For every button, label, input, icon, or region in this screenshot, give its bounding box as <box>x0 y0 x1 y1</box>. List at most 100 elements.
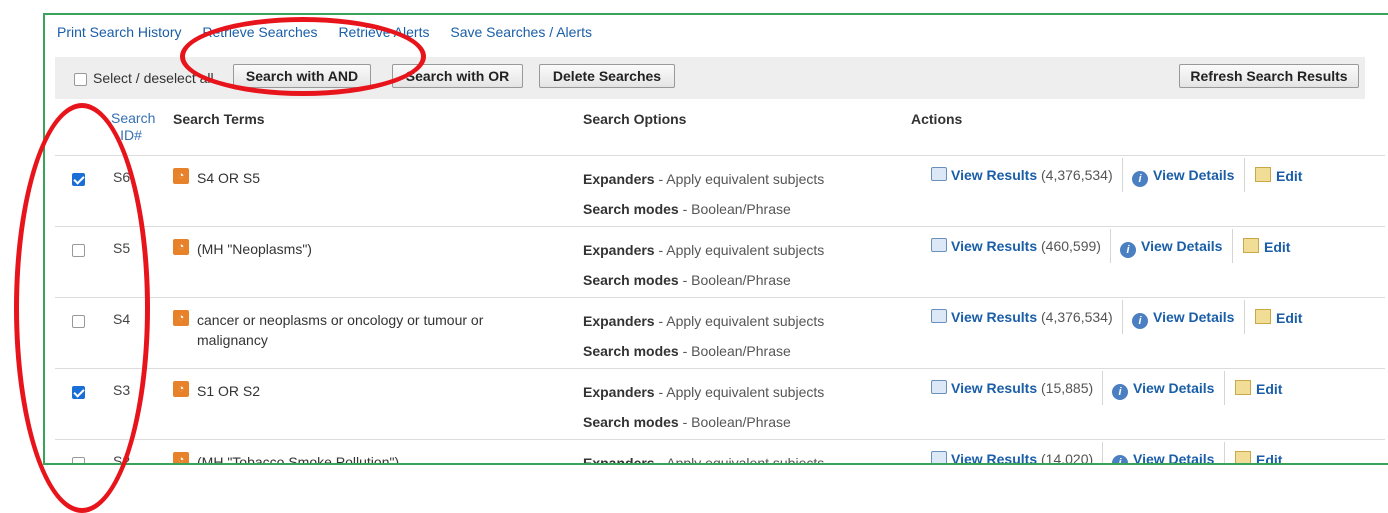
edit-label: Edit <box>1276 168 1303 184</box>
view-details-link[interactable]: i View Details <box>1112 380 1215 400</box>
search-terms: S1 OR S2 <box>197 383 261 399</box>
row-details: i View Details <box>1112 451 1214 463</box>
view-results-link[interactable]: View Results <box>931 167 1037 183</box>
edit-link[interactable]: Edit <box>1243 238 1291 255</box>
search-id: S6 <box>113 169 131 185</box>
action-separator <box>1232 229 1233 263</box>
view-results-link[interactable]: View Results <box>931 451 1038 465</box>
row-edit: Edit <box>1235 451 1282 463</box>
view-results-label: View Results <box>951 380 1038 396</box>
row-actions: View Results (460,599) <box>931 238 1101 254</box>
search-with-or-button[interactable]: Search with OR <box>392 64 523 88</box>
expanders-label: Expanders <box>583 384 655 400</box>
expanders-label: Expanders <box>583 242 655 258</box>
action-separator <box>1244 300 1245 334</box>
row-actions: View Results (4,376,534) <box>931 167 1113 183</box>
select-all-label: Select / deselect all <box>93 70 214 86</box>
search-id: S2 <box>113 453 131 465</box>
edit-icon <box>1255 309 1271 324</box>
search-terms: S4 OR S5 <box>197 170 261 186</box>
search-row: S2 ◔ (MH "Tobacco Smoke Pollution") Expa… <box>55 439 1385 465</box>
row-edit: Edit <box>1243 238 1290 255</box>
search-modes-label: Search modes <box>583 272 679 288</box>
row-checkbox[interactable] <box>72 315 85 328</box>
row-details: i View Details <box>1120 238 1222 258</box>
retrieve-alerts-link[interactable]: Retrieve Alerts <box>338 24 429 40</box>
view-results-label: View Results <box>951 238 1038 254</box>
row-checkbox[interactable] <box>72 457 85 463</box>
row-edit: Edit <box>1235 380 1282 397</box>
edit-label: Edit <box>1264 239 1291 255</box>
top-links: Print Search History Retrieve Searches R… <box>57 24 609 40</box>
action-separator <box>1110 229 1111 263</box>
retrieve-searches-link[interactable]: Retrieve Searches <box>202 24 317 40</box>
rss-icon[interactable]: ◔ <box>173 381 189 397</box>
search-id: S4 <box>113 311 131 327</box>
expanders-option: Expanders - Apply equivalent subjects <box>583 242 824 258</box>
magnifier-icon <box>931 238 947 252</box>
action-separator <box>1244 158 1245 192</box>
edit-label: Edit <box>1276 310 1303 326</box>
row-details: i View Details <box>1132 167 1234 187</box>
edit-link[interactable]: Edit <box>1255 167 1303 184</box>
view-details-label: View Details <box>1133 380 1215 396</box>
save-searches-alerts-link[interactable]: Save Searches / Alerts <box>450 24 592 40</box>
row-edit: Edit <box>1255 167 1302 184</box>
view-results-link[interactable]: View Results <box>931 238 1037 254</box>
search-modes-option: Search modes - Boolean/Phrase <box>583 272 791 288</box>
search-history-panel: Print Search History Retrieve Searches R… <box>43 13 1388 465</box>
view-details-link[interactable]: i View Details <box>1112 451 1214 463</box>
row-edit: Edit <box>1255 309 1302 326</box>
select-all-checkbox[interactable] <box>74 73 87 86</box>
row-actions: View Results (14,020) <box>931 451 1094 465</box>
rss-icon[interactable]: ◔ <box>173 452 189 463</box>
info-icon: i <box>1120 242 1136 258</box>
print-search-history-link[interactable]: Print Search History <box>57 24 181 40</box>
action-separator <box>1102 371 1103 405</box>
action-separator <box>1224 442 1225 463</box>
header-actions: Actions <box>911 111 963 127</box>
view-details-link[interactable]: i View Details <box>1120 238 1223 258</box>
edit-link[interactable]: Edit <box>1255 309 1303 326</box>
search-terms: (MH "Neoplasms") <box>197 241 312 257</box>
refresh-search-results-button[interactable]: Refresh Search Results <box>1179 64 1359 88</box>
view-results-label: View Results <box>951 451 1038 465</box>
view-details-label: View Details <box>1153 167 1235 183</box>
view-results-link[interactable]: View Results <box>931 309 1037 325</box>
expanders-value: - Apply equivalent subjects <box>654 384 825 400</box>
edit-link[interactable]: Edit <box>1235 451 1282 463</box>
rss-icon[interactable]: ◔ <box>173 239 189 255</box>
search-modes-label: Search modes <box>583 201 679 217</box>
edit-label: Edit <box>1256 381 1283 397</box>
row-checkbox[interactable] <box>72 173 85 186</box>
row-actions: View Results (4,376,534) <box>931 309 1113 325</box>
expanders-option: Expanders - Apply equivalent subjects <box>583 313 824 329</box>
view-results-link[interactable]: View Results <box>931 380 1037 396</box>
results-count: (460,599) <box>1041 238 1101 254</box>
header-search-id[interactable]: Search ID# <box>111 110 155 144</box>
magnifier-icon <box>931 309 947 323</box>
delete-searches-button[interactable]: Delete Searches <box>539 64 675 88</box>
results-count: (15,885) <box>1041 380 1094 396</box>
expanders-value: - Apply equivalent subjects <box>654 242 825 258</box>
view-details-link[interactable]: i View Details <box>1132 309 1235 329</box>
results-count: (14,020) <box>1041 451 1094 465</box>
view-details-label: View Details <box>1153 309 1235 325</box>
row-checkbox[interactable] <box>72 386 85 399</box>
search-modes-label: Search modes <box>583 414 679 430</box>
edit-link[interactable]: Edit <box>1235 380 1283 397</box>
search-with-and-button[interactable]: Search with AND <box>233 64 371 88</box>
edit-icon <box>1235 380 1251 395</box>
row-checkbox[interactable] <box>72 244 85 257</box>
row-actions: View Results (15,885) <box>931 380 1093 396</box>
view-details-link[interactable]: i View Details <box>1132 167 1235 187</box>
view-details-label: View Details <box>1141 238 1223 254</box>
search-row: S5 ◔ (MH "Neoplasms") Expanders - Apply … <box>55 226 1385 297</box>
results-count: (4,376,534) <box>1041 167 1113 183</box>
search-modes-value: - Boolean/Phrase <box>678 343 791 359</box>
info-icon: i <box>1112 455 1128 463</box>
rss-icon[interactable]: ◔ <box>173 310 189 326</box>
rss-icon[interactable]: ◔ <box>173 168 189 184</box>
view-results-label: View Results <box>951 167 1038 183</box>
view-results-label: View Results <box>951 309 1038 325</box>
